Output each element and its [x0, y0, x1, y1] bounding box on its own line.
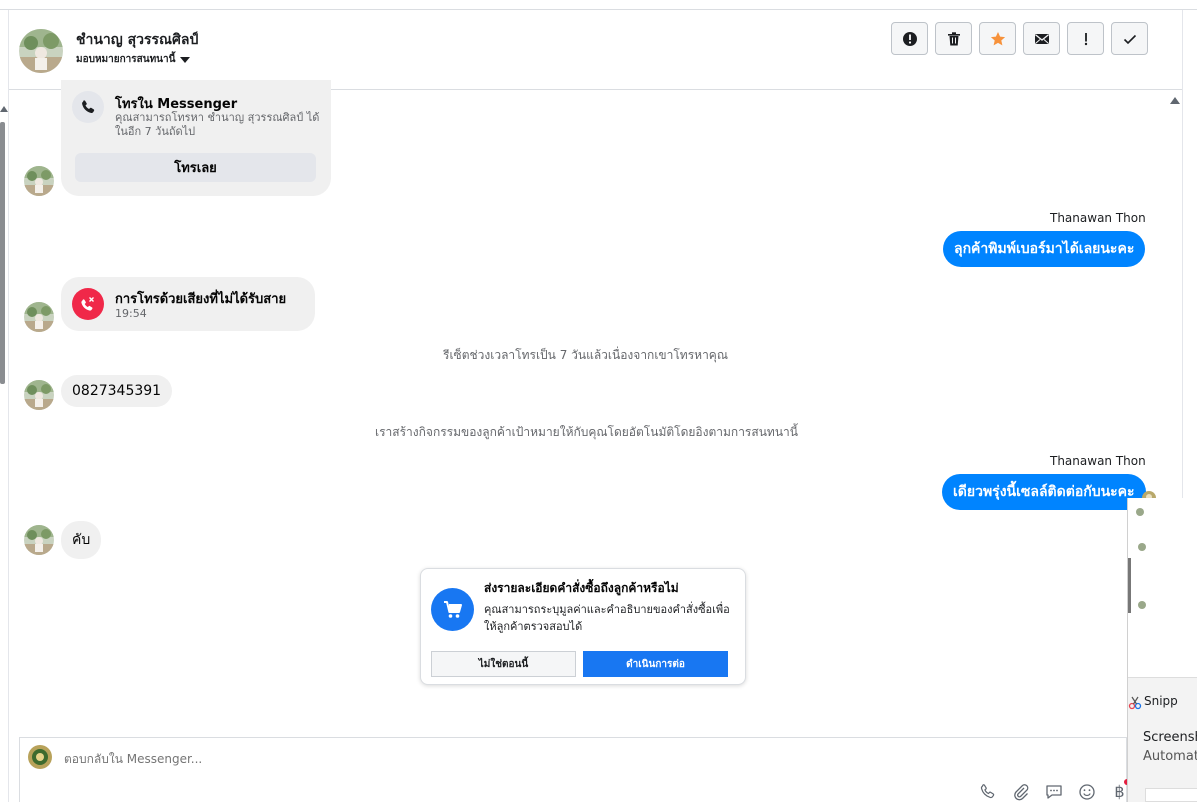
smiley-icon [1078, 783, 1095, 800]
snip-app-label: Snipp [1144, 694, 1178, 708]
missed-call-card: การโทรด้วยเสียงที่ไม่ได้รับสาย 19:54 [61, 277, 315, 331]
check-icon [1123, 34, 1136, 44]
shopping-cart-icon [431, 588, 474, 631]
paperclip-icon [1013, 783, 1028, 800]
sender-name: Thanawan Thon [1050, 454, 1146, 468]
top-border [0, 0, 1197, 10]
system-note: เราสร้างกิจกรรมของลูกค้าเป้าหมายให้กับคุ… [375, 425, 798, 439]
call-button[interactable] [978, 782, 997, 801]
missed-call-time: 19:54 [115, 307, 147, 320]
phone-icon [980, 783, 994, 798]
thumbnail-avatar [1138, 601, 1146, 609]
contact-avatar[interactable] [24, 380, 54, 410]
contact-avatar[interactable] [24, 525, 54, 555]
scissors-icon [1128, 696, 1142, 710]
snip-title: Screensh [1143, 730, 1197, 745]
follow-up-button[interactable] [1067, 22, 1104, 55]
saved-replies-button[interactable] [1044, 782, 1063, 801]
screenshot-thumbnail[interactable] [1128, 498, 1197, 678]
snip-subtitle: Automat [1143, 749, 1197, 764]
baht-icon: ฿ [1114, 782, 1125, 801]
left-scrollbar-thumb[interactable] [0, 122, 5, 384]
call-now-button[interactable]: โทรเลย [75, 153, 316, 182]
outgoing-message[interactable]: เดียวพรุ่งนี้เซลล์ติดต่อกับนะคะ [942, 474, 1146, 510]
messenger-call-card: โทรใน Messenger คุณสามารถโทรหา ชำนาญ สุว… [61, 80, 331, 196]
missed-call-icon [72, 288, 104, 320]
incoming-message[interactable]: 0827345391 [61, 375, 173, 407]
call-card-description: คุณสามารถโทรหา ชำนาญ สุวรรณศิลป์ ได้ในอี… [115, 111, 320, 138]
thumbnail-scrollbar [1128, 558, 1131, 613]
chat-bubble-icon [1045, 784, 1062, 799]
incoming-message[interactable]: คับ [61, 521, 102, 559]
snip-action-box[interactable] [1145, 788, 1197, 802]
composer-tools: ฿ [978, 782, 1129, 801]
attach-button[interactable] [1011, 782, 1030, 801]
outgoing-message[interactable]: ลุกค้าพิมพ์เบอร์มาได้เลยนะคะ [943, 231, 1146, 267]
snipping-tool-notification[interactable]: Snipp Screensh Automat [1127, 498, 1197, 802]
thumbnail-avatar [1138, 543, 1146, 551]
contact-avatar[interactable] [24, 302, 54, 332]
sender-name: Thanawan Thon [1050, 211, 1146, 225]
contact-name: ชำนาญ สุวรรณศิลป์ [76, 32, 199, 48]
mark-unread-button[interactable] [1023, 22, 1060, 55]
order-card-title: ส่งรายละเอียดคำสั่งซื้อถึงลูกค้าหรือไม่ [484, 581, 679, 595]
contact-avatar[interactable] [19, 29, 63, 73]
not-now-button[interactable]: ไม่ใช่ตอนนี้ [431, 651, 576, 677]
snip-app-name: Snipp [1128, 694, 1178, 710]
left-scroll-up-icon[interactable] [0, 106, 8, 112]
contact-avatar[interactable] [24, 166, 54, 196]
star-button[interactable] [979, 22, 1016, 55]
right-panel-edge [1182, 10, 1197, 500]
missed-call-title: การโทรด้วยเสียงที่ไม่ได้รับสาย [115, 292, 287, 307]
reply-composer: ฿ [19, 737, 1127, 802]
reply-input[interactable] [64, 752, 664, 766]
header-actions [891, 22, 1148, 55]
chevron-down-icon [180, 56, 191, 63]
phone-icon [72, 91, 104, 123]
page-avatar [28, 745, 52, 769]
emoji-button[interactable] [1077, 782, 1096, 801]
order-details-prompt: ส่งรายละเอียดคำสั่งซื้อถึงลูกค้าหรือไม่ … [420, 568, 746, 685]
alert-circle-icon [902, 31, 917, 46]
trash-icon [947, 31, 960, 45]
assign-label: มอบหมายการสนทนานี้ [76, 54, 176, 65]
continue-button[interactable]: ดำเนินการต่อ [583, 651, 728, 677]
mark-done-button[interactable] [1111, 22, 1148, 55]
star-icon [990, 31, 1005, 45]
thumbnail-avatar [1136, 508, 1144, 516]
delete-button[interactable] [935, 22, 972, 55]
order-card-description: คุณสามารถระบุมูลค่าและคำอธิบายของคำสั่งซ… [484, 603, 730, 633]
assign-conversation-dropdown[interactable]: มอบหมายการสนทนานี้ [76, 52, 191, 67]
system-note: รีเซ็ตช่วงเวลาโทรเป็น 7 วันแล้วเนื่องจาก… [443, 348, 728, 362]
exclamation-icon [1084, 32, 1087, 45]
report-button[interactable] [891, 22, 928, 55]
scroll-up-icon[interactable] [1170, 97, 1180, 104]
envelope-icon [1034, 33, 1049, 44]
